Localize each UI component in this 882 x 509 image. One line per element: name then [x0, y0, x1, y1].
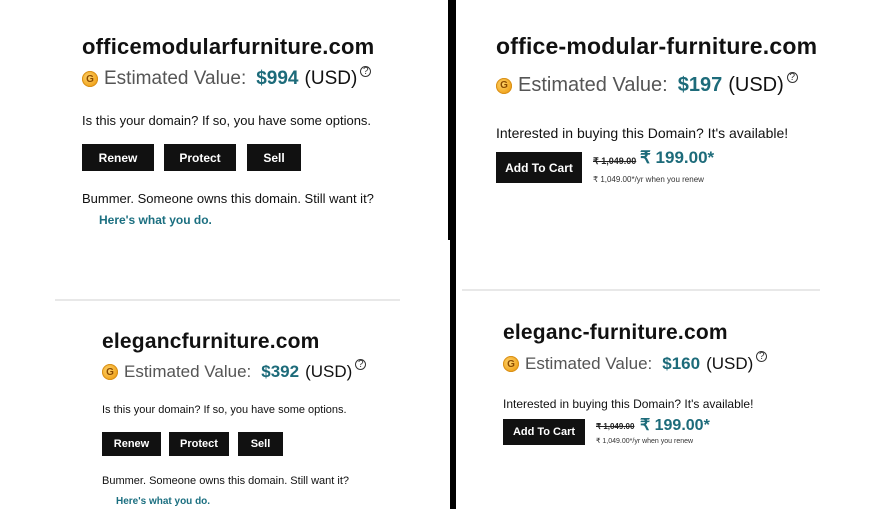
- renew-button[interactable]: Renew: [102, 432, 161, 456]
- estimated-amount: $160: [662, 354, 701, 373]
- estimated-label: Estimated Value:: [525, 354, 653, 373]
- coin-icon: G: [496, 77, 512, 94]
- ownership-prompt: Is this your domain? If so, you have som…: [102, 404, 347, 416]
- estimated-value: G Estimated Value: $197 (USD) ?: [496, 72, 798, 97]
- renewal-note: ₹ 1,049.00*/yr when you renew: [593, 175, 704, 184]
- estimated-amount: $392: [261, 362, 300, 381]
- availability-prompt: Interested in buying this Domain? It's a…: [503, 397, 754, 411]
- estimated-value: G Estimated Value: $160 (USD) ?: [503, 350, 768, 374]
- vertical-divider: [450, 240, 456, 509]
- heres-what-you-do-link[interactable]: Here's what you do.: [116, 496, 210, 507]
- domain-title: eleganc-furniture.com: [503, 321, 728, 344]
- help-icon[interactable]: ?: [786, 72, 798, 83]
- sell-button[interactable]: Sell: [247, 144, 301, 171]
- old-price: ₹ 1,049.00: [596, 422, 635, 431]
- protect-button[interactable]: Protect: [164, 144, 236, 171]
- help-icon[interactable]: ?: [355, 358, 367, 370]
- coin-icon: G: [102, 364, 118, 380]
- ownership-prompt: Is this your domain? If so, you have som…: [82, 113, 372, 128]
- sale-price: ₹ 199.00*: [640, 417, 710, 434]
- estimated-value: G Estimated Value: $392 (USD) ?: [102, 358, 367, 382]
- currency-label: (USD): [304, 68, 358, 89]
- currency-label: (USD): [305, 362, 353, 381]
- estimated-value: G Estimated Value: $994 (USD) ?: [82, 65, 372, 90]
- coin-icon: G: [503, 356, 519, 372]
- domain-title: elegancfurniture.com: [102, 330, 320, 353]
- estimated-amount: $994: [256, 68, 299, 89]
- estimated-label: Estimated Value:: [124, 362, 252, 381]
- estimated-label: Estimated Value:: [518, 74, 668, 96]
- horizontal-divider: [462, 289, 820, 291]
- help-icon[interactable]: ?: [360, 65, 372, 77]
- estimated-label: Estimated Value:: [104, 68, 247, 89]
- estimated-amount: $197: [677, 74, 723, 96]
- renew-button[interactable]: Renew: [82, 144, 154, 171]
- renewal-note: ₹ 1,049.00*/yr when you renew: [596, 438, 694, 445]
- heres-what-you-do-link[interactable]: Here's what you do.: [99, 213, 212, 227]
- currency-label: (USD): [728, 74, 784, 96]
- vertical-divider: [448, 0, 456, 240]
- currency-label: (USD): [706, 354, 754, 373]
- domain-title: office-modular-furniture.com: [496, 33, 818, 59]
- coin-icon: G: [82, 71, 98, 87]
- old-price: ₹ 1,049.00: [593, 156, 637, 166]
- sell-button[interactable]: Sell: [238, 432, 283, 456]
- domain-title: officemodularfurniture.com: [82, 34, 375, 59]
- horizontal-divider: [55, 299, 400, 301]
- availability-prompt: Interested in buying this Domain? It's a…: [496, 125, 789, 141]
- owned-message: Bummer. Someone owns this domain. Still …: [82, 191, 374, 206]
- add-to-cart-button[interactable]: Add To Cart: [503, 419, 585, 445]
- sale-price: ₹ 199.00*: [640, 148, 715, 167]
- owned-message: Bummer. Someone owns this domain. Still …: [102, 475, 350, 487]
- help-icon[interactable]: ?: [756, 350, 768, 362]
- protect-button[interactable]: Protect: [169, 432, 229, 456]
- add-to-cart-button[interactable]: Add To Cart: [496, 152, 582, 183]
